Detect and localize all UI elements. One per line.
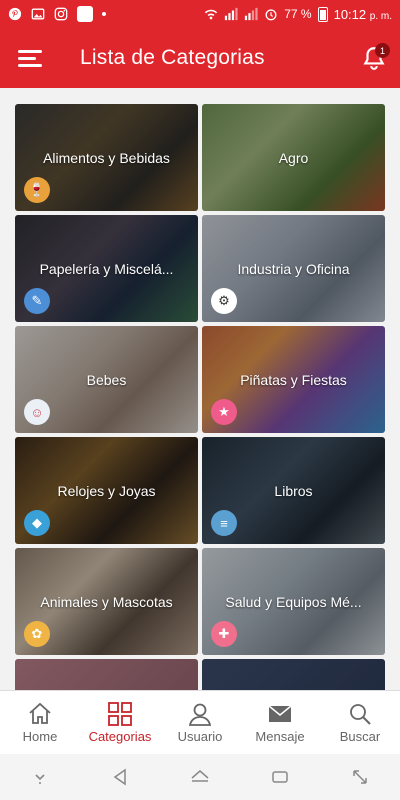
nav-home[interactable]: Home xyxy=(0,691,80,754)
menu-button[interactable] xyxy=(0,28,60,88)
signal-icon xyxy=(224,7,238,21)
clock-time: 10:12 xyxy=(333,6,367,22)
category-card-libros[interactable]: Libros ≡ xyxy=(202,437,385,544)
notifications-button[interactable]: 1 xyxy=(348,28,400,88)
envelope-icon xyxy=(268,705,292,722)
system-navigation xyxy=(0,754,400,800)
grid-icon xyxy=(108,702,132,726)
party-icon: ★ xyxy=(211,399,237,425)
baby-icon: ☺ xyxy=(24,399,50,425)
category-card-industria[interactable]: Industria y Oficina ⚙ xyxy=(202,215,385,322)
nav-search-label: Buscar xyxy=(339,729,381,744)
category-grid: Alimentos y Bebidas 🍷 Agro Papelería y M… xyxy=(0,88,400,690)
pinterest-icon xyxy=(8,7,22,21)
office-icon: ⚙ xyxy=(211,288,237,314)
category-label: Animales y Mascotas xyxy=(40,593,173,610)
page-title: Lista de Categorias xyxy=(80,46,265,69)
stationery-icon: ✎ xyxy=(24,288,50,314)
status-system: 77 % 10:12 p. m. xyxy=(204,6,392,22)
signal-2-icon xyxy=(244,7,258,21)
nav-message-label: Mensaje xyxy=(255,729,305,744)
search-icon xyxy=(350,704,371,725)
pet-icon: ✿ xyxy=(24,621,50,647)
nav-categories[interactable]: Categorias xyxy=(80,691,160,754)
category-card-partial-left[interactable] xyxy=(15,659,198,690)
wifi-icon xyxy=(204,7,218,21)
jewelry-icon: ◆ xyxy=(24,510,50,536)
category-card-animales[interactable]: Animales y Mascotas ✿ xyxy=(15,548,198,655)
home-icon xyxy=(29,702,51,724)
books-icon: ≡ xyxy=(211,510,237,536)
nav-search[interactable]: Buscar xyxy=(320,691,400,754)
category-card-relojes[interactable]: Relojes y Joyas ◆ xyxy=(15,437,198,544)
category-label: Relojes y Joyas xyxy=(57,482,156,499)
back-icon xyxy=(113,768,126,786)
clock: 10:12 p. m. xyxy=(334,7,392,22)
status-bar: 77 % 10:12 p. m. xyxy=(0,0,400,28)
status-notifications xyxy=(8,6,106,22)
category-label: Alimentos y Bebidas xyxy=(43,149,170,166)
user-icon xyxy=(188,703,212,726)
chevron-down-icon xyxy=(35,774,45,784)
category-card-partial-right[interactable] xyxy=(202,659,385,690)
category-card-papeleria[interactable]: Papelería y Miscelá... ✎ xyxy=(15,215,198,322)
gallery-icon xyxy=(31,7,45,21)
category-card-alimentos[interactable]: Alimentos y Bebidas 🍷 xyxy=(15,104,198,211)
clock-ampm: p. m. xyxy=(369,10,392,22)
expand-button[interactable] xyxy=(345,762,375,792)
home-outline-icon xyxy=(191,770,209,782)
hamburger-icon xyxy=(18,46,42,71)
recents-button[interactable] xyxy=(265,762,295,792)
category-card-pinatas[interactable]: Piñatas y Fiestas ★ xyxy=(202,326,385,433)
alarm-icon xyxy=(264,7,278,21)
bottom-navigation: Home Categorias Usuario Mensaje Buscar xyxy=(0,690,400,754)
category-label: Salud y Equipos Mé... xyxy=(225,593,362,610)
hide-keyboard-button[interactable] xyxy=(25,762,55,792)
back-button[interactable] xyxy=(105,762,135,792)
category-card-agro[interactable]: Agro xyxy=(202,104,385,211)
home-system-button[interactable] xyxy=(185,762,215,792)
notification-badge: 1 xyxy=(375,43,390,58)
category-label: Libros xyxy=(274,482,313,499)
category-label: Industria y Oficina xyxy=(237,260,350,277)
nav-user-label: Usuario xyxy=(177,729,223,744)
recents-icon xyxy=(272,771,288,783)
expand-icon xyxy=(353,770,367,784)
category-card-salud[interactable]: Salud y Equipos Mé... ✚ xyxy=(202,548,385,655)
category-label: Papelería y Miscelá... xyxy=(39,260,174,277)
category-label: Piñatas y Fiestas xyxy=(240,371,347,388)
nav-message[interactable]: Mensaje xyxy=(240,691,320,754)
battery-percent: 77 % xyxy=(284,7,312,21)
category-card-bebes[interactable]: Bebes ☺ xyxy=(15,326,198,433)
more-notifications-dot xyxy=(102,12,106,16)
category-label: Bebes xyxy=(86,371,127,388)
app-bar: Lista de Categorias 1 xyxy=(0,28,400,88)
instagram-icon xyxy=(54,7,68,21)
nav-user[interactable]: Usuario xyxy=(160,691,240,754)
battery-icon xyxy=(317,6,328,22)
category-label: Agro xyxy=(278,149,309,166)
nav-home-label: Home xyxy=(22,729,58,744)
food-drink-icon: 🍷 xyxy=(24,177,50,203)
app-notification-icon xyxy=(77,6,93,22)
health-icon: ✚ xyxy=(211,621,237,647)
nav-categories-label: Categorias xyxy=(88,729,152,744)
